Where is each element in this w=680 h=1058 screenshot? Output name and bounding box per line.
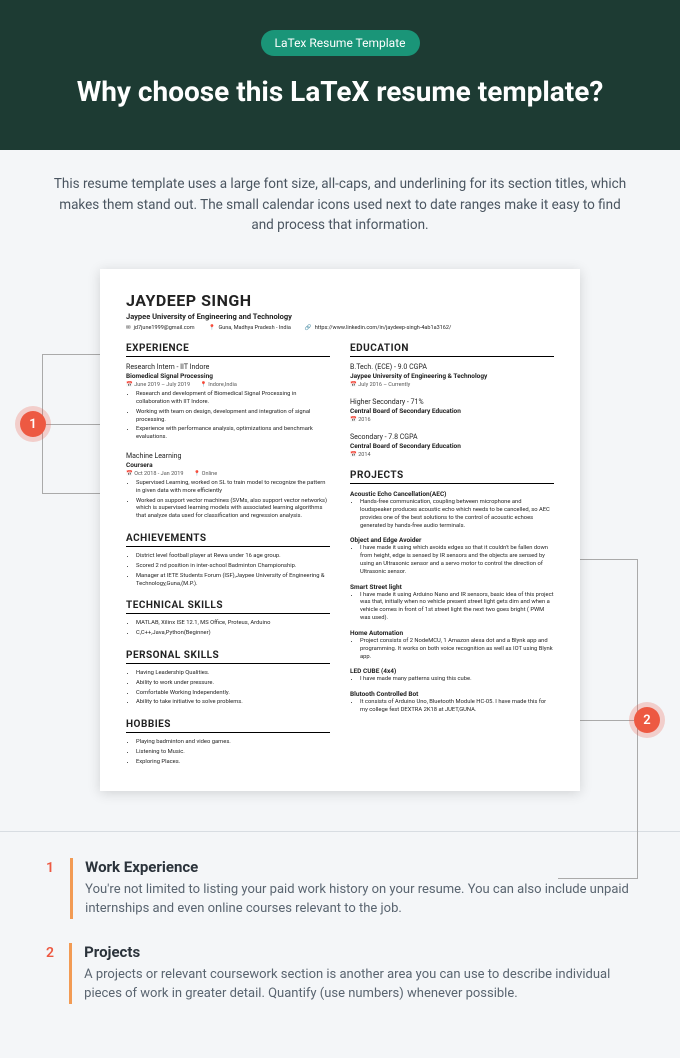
section-projects: PROJECTS (350, 470, 554, 484)
edu-org: Central Board of Secondary Education (350, 442, 554, 450)
skill-item: MATLAB, Xilinx ISE 12.1, MS Office, Prot… (136, 620, 330, 628)
project-item: Smart Street light I have made it using … (350, 583, 554, 623)
hobby-item: Listening to Music. (136, 749, 330, 757)
section-personal-skills: PERSONAL SKILLS (126, 650, 330, 664)
project-desc: I have made many patterns using this cub… (360, 676, 554, 684)
calendar-icon: Oct 2018 - Jan 2019 (126, 471, 183, 477)
ach-item: Manager at IETE Students Forum (ISF),Jay… (136, 573, 330, 589)
calendar-icon: June 2019 – July 2019 (126, 382, 190, 388)
location-icon: Online (193, 471, 217, 477)
edu-item: Higher Secondary - 71% Central Board of … (350, 398, 554, 423)
project-item: LED CUBE (4x4) I have made many patterns… (350, 667, 554, 684)
annotation-number: 2 (46, 943, 55, 1004)
project-title: LED CUBE (4x4) (350, 667, 554, 675)
contact-email: jd7june1999@gmail.com (126, 325, 195, 331)
exp-bullet: Worked on support vector machines (SVMs,… (136, 498, 330, 521)
exp-role: Machine Learning (126, 452, 330, 460)
project-title: Object and Edge Avoider (350, 536, 554, 544)
exp-bullet: Supervised Learning, worked on SL to tra… (136, 480, 330, 496)
resume-right-column: EDUCATION B.Tech. (ECE) - 9.0 CGPA Jaype… (350, 343, 554, 769)
intro-text: This resume template uses a large font s… (0, 150, 680, 259)
project-item: Acoustic Echo Cancellation(AEC) Hands-fr… (350, 490, 554, 530)
resume-stage: 1 2 JAYDEEP SINGH Jaypee University of E… (0, 259, 680, 821)
resume-subtitle: Jaypee University of Engineering and Tec… (126, 312, 554, 321)
exp-bullet: Research and development of Biomedical S… (136, 391, 330, 407)
calendar-icon: 2014 (350, 452, 371, 458)
project-title: Home Automation (350, 629, 554, 637)
hobby-item: Exploring Places. (136, 759, 330, 767)
skill-item: C,C++,Java,Python(Beginner) (136, 630, 330, 638)
annotation-item: 2 Projects A projects or relevant course… (46, 943, 634, 1004)
project-item: Blutooth Controlled Bot It consists of A… (350, 690, 554, 715)
resume-contact: jd7june1999@gmail.com Guna, Madhya Prade… (126, 325, 554, 331)
resume-left-column: EXPERIENCE Research Intern - IIT Indore … (126, 343, 330, 769)
ach-item: Scored 2 nd position in inter-school Bad… (136, 563, 330, 571)
exp-bullet: Working with team on design, development… (136, 409, 330, 425)
section-experience: EXPERIENCE (126, 343, 330, 357)
pskill-item: Comfortable Working Independently. (136, 690, 330, 698)
annotation-text: You're not limited to listing your paid … (85, 880, 634, 919)
resume-name: JAYDEEP SINGH (126, 291, 554, 310)
project-item: Object and Edge Avoider I have made it u… (350, 536, 554, 576)
pskill-item: Ability to work under pressure. (136, 680, 330, 688)
category-badge: LaTex Resume Template (261, 30, 420, 56)
callout-dot-2: 2 (634, 707, 660, 733)
callout-dot-1: 1 (20, 411, 46, 437)
project-desc: I have made it using which avoids edges … (360, 545, 554, 576)
calendar-icon: July 2016 – Currently (350, 382, 410, 388)
contact-location: Guna, Madhya Pradesh - India (209, 325, 291, 331)
project-desc: I have made it using Arduino Nano and IR… (360, 592, 554, 623)
section-education: EDUCATION (350, 343, 554, 357)
edu-degree: Secondary - 7.8 CGPA (350, 433, 554, 441)
edu-degree: Higher Secondary - 71% (350, 398, 554, 406)
edu-degree: B.Tech. (ECE) - 9.0 CGPA (350, 363, 554, 371)
resume-preview: JAYDEEP SINGH Jaypee University of Engin… (100, 269, 580, 791)
annotation-text: A projects or relevant coursework sectio… (84, 965, 634, 1004)
calendar-icon: 2016 (350, 417, 371, 423)
edu-org: Jaypee University of Engineering & Techn… (350, 372, 554, 380)
project-desc: It consists of Arduino Uno, Bluetooth Mo… (360, 699, 554, 715)
exp-org: Coursera (126, 461, 330, 469)
pskill-item: Ability to take initiative to solve prob… (136, 699, 330, 707)
ach-item: District level football player at Rewa u… (136, 553, 330, 561)
header-banner: LaTex Resume Template Why choose this La… (0, 0, 680, 150)
project-item: Home Automation Project consists of 2 No… (350, 629, 554, 661)
exp-item: Research Intern - IIT Indore Biomedical … (126, 363, 330, 442)
project-desc: Hands-free communication, coupling betwe… (360, 499, 554, 530)
annotation-item: 1 Work Experience You're not limited to … (46, 858, 634, 919)
contact-link: https://www.linkedin.com/in/jaydeep-sing… (305, 325, 451, 331)
project-title: Acoustic Echo Cancellation(AEC) (350, 490, 554, 498)
exp-bullet: Experience with performance analysis, op… (136, 426, 330, 442)
location-icon: Indore,India (200, 382, 237, 388)
edu-item: B.Tech. (ECE) - 9.0 CGPA Jaypee Universi… (350, 363, 554, 388)
hobby-item: Playing badminton and video games. (136, 739, 330, 747)
edu-item: Secondary - 7.8 CGPA Central Board of Se… (350, 433, 554, 458)
annotation-number: 1 (46, 858, 56, 919)
exp-item: Machine Learning Coursera Oct 2018 - Jan… (126, 452, 330, 521)
section-achievements: ACHIEVEMENTS (126, 533, 330, 547)
project-title: Blutooth Controlled Bot (350, 690, 554, 698)
edu-org: Central Board of Secondary Education (350, 407, 554, 415)
exp-role: Research Intern - IIT Indore (126, 363, 330, 371)
annotation-title: Work Experience (85, 858, 634, 876)
project-title: Smart Street light (350, 583, 554, 591)
section-tech-skills: TECHNICAL SKILLS (126, 600, 330, 614)
page-title: Why choose this LaTeX resume template? (20, 74, 660, 110)
section-hobbies: HOBBIES (126, 719, 330, 733)
exp-org: Biomedical Signal Processing (126, 372, 330, 380)
project-desc: Project consists of 2 NodeMCU, 1 Amazon … (360, 638, 554, 661)
pskill-item: Having Leadership Qualities. (136, 670, 330, 678)
annotation-title: Projects (84, 943, 634, 961)
